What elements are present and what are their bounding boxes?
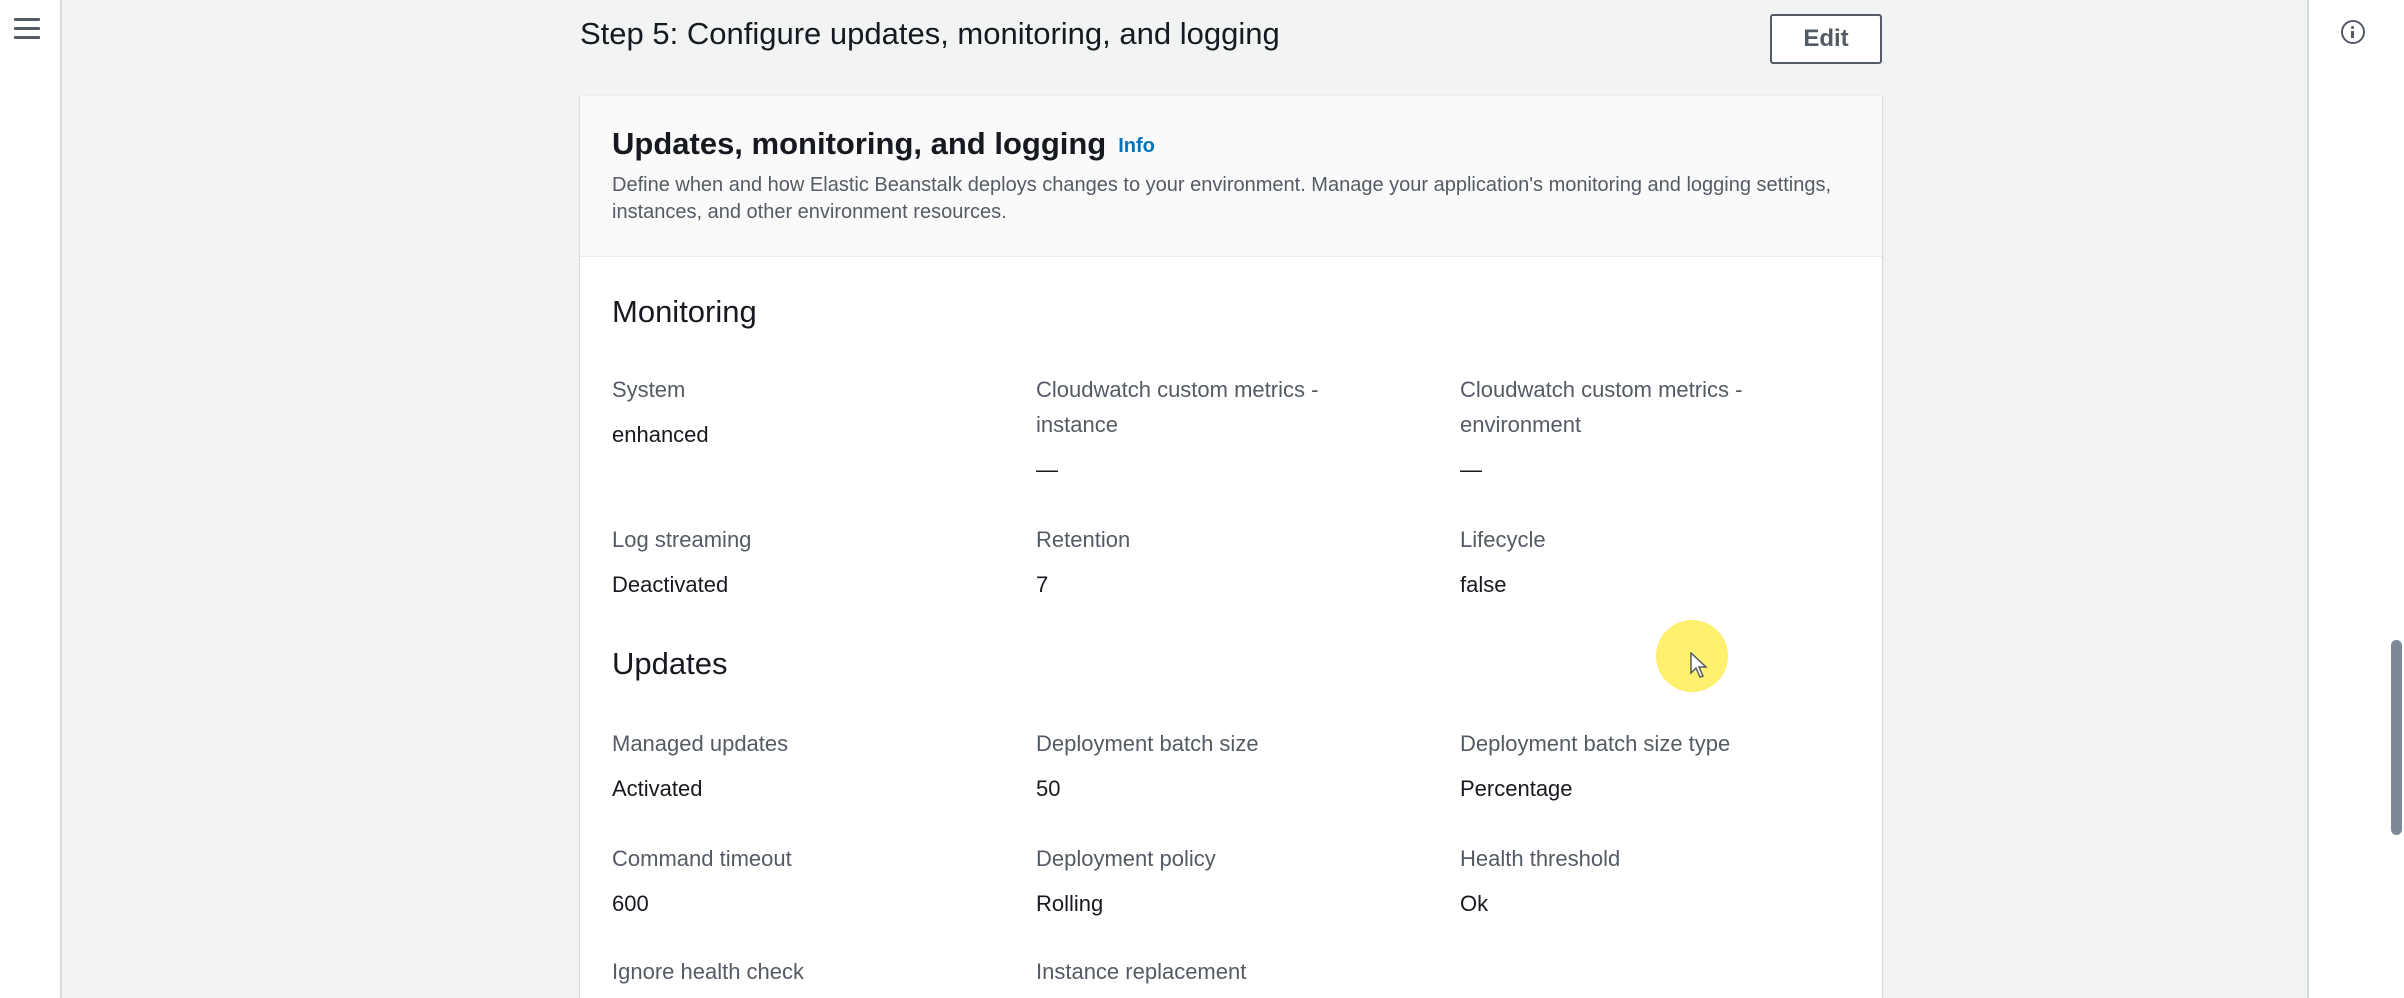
field-value: false xyxy=(1460,572,1507,597)
card-title-text: Updates, monitoring, and logging xyxy=(612,126,1107,161)
field-deployment-batch-size: Deployment batch size 50 xyxy=(1036,726,1416,806)
updates-section-title: Updates xyxy=(612,646,728,681)
field-label: System xyxy=(612,377,686,402)
field-label: Managed updates xyxy=(612,731,789,756)
field-instance-replacement: Instance replacement xyxy=(1036,954,1416,989)
field-label: Command timeout xyxy=(612,846,792,871)
field-deployment-policy: Deployment policy Rolling xyxy=(1036,841,1416,921)
step-title: Step 5: Configure updates, monitoring, a… xyxy=(580,16,1280,51)
field-label: Instance replacement xyxy=(1036,959,1247,984)
field-value: — xyxy=(1036,457,1058,482)
card-header: Updates, monitoring, and logging Info Def… xyxy=(580,96,1882,257)
navigation-rail xyxy=(0,0,62,998)
info-link[interactable]: Info xyxy=(1118,135,1155,157)
field-value: Percentage xyxy=(1460,776,1573,801)
field-label: Deployment batch size type xyxy=(1460,731,1731,756)
field-value: Ok xyxy=(1460,891,1489,916)
field-lifecycle: Lifecycle false xyxy=(1460,522,1840,602)
field-label: Deployment batch size xyxy=(1036,731,1259,756)
field-value: Deactivated xyxy=(612,572,729,597)
field-label: Retention xyxy=(1036,527,1131,552)
field-label: Lifecycle xyxy=(1460,527,1546,552)
field-system: System enhanced xyxy=(612,372,992,452)
mouse-pointer-icon xyxy=(1690,652,1708,678)
field-label: Log streaming xyxy=(612,527,752,552)
field-cloudwatch-environment: Cloudwatch custom metrics - environment … xyxy=(1460,372,1790,487)
edit-button[interactable]: Edit xyxy=(1770,14,1882,64)
field-value: — xyxy=(1460,457,1482,482)
field-label: Cloudwatch custom metrics - environment xyxy=(1460,377,1743,437)
field-log-streaming: Log streaming Deactivated xyxy=(612,522,992,602)
field-value: Activated xyxy=(612,776,703,801)
field-value: enhanced xyxy=(612,422,709,447)
info-circle-icon[interactable] xyxy=(2341,20,2365,44)
field-ignore-health-check: Ignore health check xyxy=(612,954,992,989)
field-managed-updates: Managed updates Activated xyxy=(612,726,992,806)
field-label: Health threshold xyxy=(1460,846,1621,871)
monitoring-section-title: Monitoring xyxy=(612,294,757,329)
card-title: Updates, monitoring, and logging Info xyxy=(612,126,1155,162)
field-deployment-batch-size-type: Deployment batch size type Percentage xyxy=(1460,726,1840,806)
field-value: Rolling xyxy=(1036,891,1104,916)
field-value: 600 xyxy=(612,891,649,916)
field-cloudwatch-instance: Cloudwatch custom metrics - instance — xyxy=(1036,372,1366,487)
field-label: Deployment policy xyxy=(1036,846,1216,871)
tools-rail xyxy=(2307,0,2404,998)
card-description: Define when and how Elastic Beanstalk de… xyxy=(612,174,1831,223)
scrollbar-thumb[interactable] xyxy=(2391,640,2402,835)
updates-monitoring-logging-card: Updates, monitoring, and logging Info Def… xyxy=(580,96,1882,998)
scrollbar-track[interactable] xyxy=(2387,0,2404,998)
field-label: Cloudwatch custom metrics - instance xyxy=(1036,377,1319,437)
field-health-threshold: Health threshold Ok xyxy=(1460,841,1840,921)
field-command-timeout: Command timeout 600 xyxy=(612,841,992,921)
field-value: 50 xyxy=(1036,776,1061,801)
console-page: Step 5: Configure updates, monitoring, a… xyxy=(0,0,2404,998)
field-retention: Retention 7 xyxy=(1036,522,1416,602)
field-value: 7 xyxy=(1036,572,1049,597)
field-label: Ignore health check xyxy=(612,959,805,984)
hamburger-menu-icon[interactable] xyxy=(14,18,40,42)
